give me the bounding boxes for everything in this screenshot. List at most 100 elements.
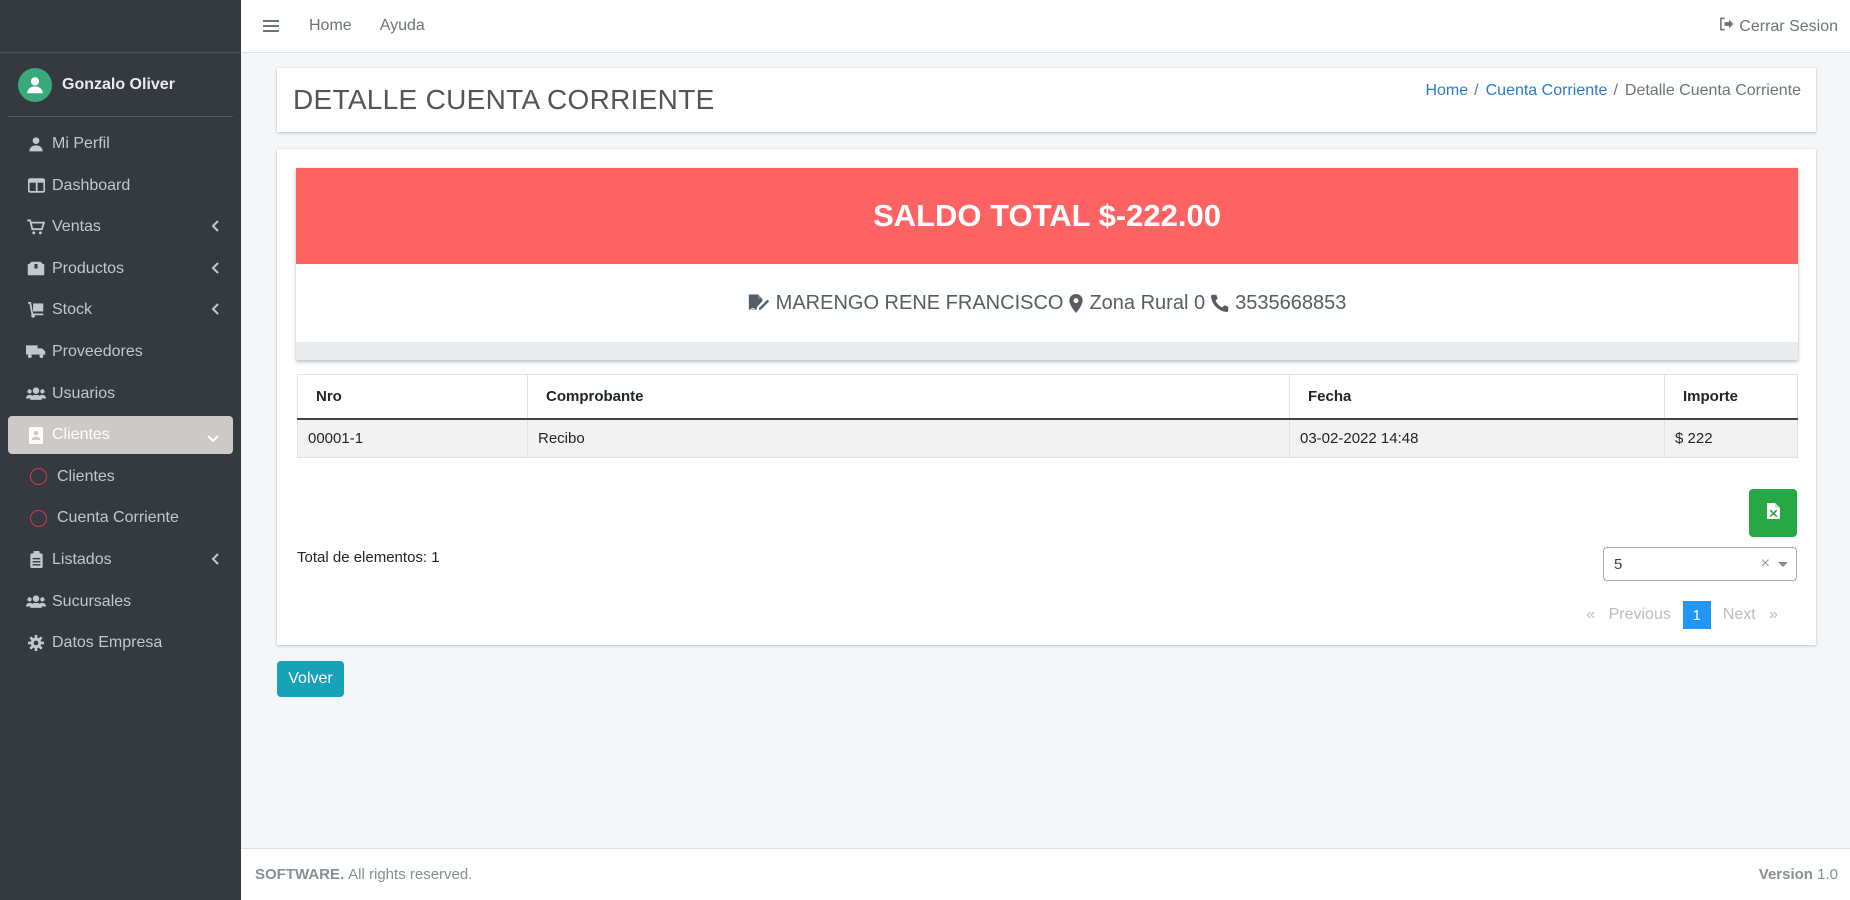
sidebar-item-label: Proveedores <box>52 342 143 360</box>
footer: SOFTWARE. All rights reserved. Version 1… <box>241 848 1850 900</box>
topbar-link-home[interactable]: Home <box>309 17 352 35</box>
next-glyph: » <box>1769 606 1778 623</box>
sidebar-item-listados[interactable]: Listados <box>8 541 233 579</box>
cell-fecha: 03-02-2022 14:48 <box>1289 418 1665 458</box>
sign-out-icon <box>1719 17 1734 36</box>
next-label: Next <box>1722 606 1756 623</box>
user-panel[interactable]: Gonzalo Oliver <box>8 53 233 117</box>
client-phone: 3535668853 <box>1235 291 1347 314</box>
phone-icon <box>1211 294 1229 312</box>
file-signature-icon <box>748 293 770 313</box>
circle-icon <box>30 509 47 527</box>
pagination: « Previous 1 Next » <box>1586 601 1778 629</box>
table-header-row: Nro Comprobante Fecha Importe <box>297 374 1798 420</box>
previous-page-button[interactable]: « Previous <box>1586 606 1671 624</box>
table-row[interactable]: 00001-1 Recibo 03-02-2022 14:48 $ 222 <box>297 418 1798 458</box>
sidebar-item-datos-empresa[interactable]: Datos Empresa <box>8 624 233 662</box>
truck-icon <box>26 343 46 361</box>
sidebar-item-label: Clientes <box>57 467 115 485</box>
sidebar-item-clientes[interactable]: Clientes <box>8 416 233 455</box>
column-header-fecha[interactable]: Fecha <box>1289 374 1665 420</box>
sidebar-item-label: Mi Perfil <box>52 135 110 152</box>
user-name[interactable]: Gonzalo Oliver <box>62 76 175 94</box>
boxes-icon <box>26 260 46 278</box>
breadcrumb-current: Detalle Cuenta Corriente <box>1624 82 1801 99</box>
sidebar-item-dashboard[interactable]: Dashboard <box>8 167 233 205</box>
volver-button[interactable]: Volver <box>277 661 344 697</box>
sidebar-item-proveedores[interactable]: Proveedores <box>8 333 233 371</box>
sidebar-subitem-cuenta-corriente[interactable]: Cuenta Corriente <box>8 499 233 537</box>
sidebar-item-label: Sucursales <box>52 592 132 610</box>
topbar-link-ayuda[interactable]: Ayuda <box>380 17 425 35</box>
dolly-icon <box>26 301 46 319</box>
sidebar-item-stock[interactable]: Stock <box>8 291 233 329</box>
sidebar-item-label: Dashboard <box>52 176 131 194</box>
sidebar-subitem-clientes[interactable]: Clientes <box>8 458 233 496</box>
breadcrumb-separator: / <box>1474 82 1479 99</box>
users-icon <box>26 385 46 403</box>
page-title: DETALLE CUENTA CORRIENTE <box>293 84 715 115</box>
export-excel-button[interactable] <box>1749 489 1797 537</box>
file-excel-icon <box>1766 502 1780 524</box>
client-info: MARENGO RENE FRANCISCO Zona Rural 0 3535… <box>296 264 1798 342</box>
saldo-total: SALDO TOTAL $-222.00 <box>296 168 1798 264</box>
hamburger-menu-icon[interactable] <box>263 20 279 32</box>
sidebar-item-sucursales[interactable]: Sucursales <box>8 583 233 621</box>
breadcrumb-home[interactable]: Home <box>1425 82 1468 100</box>
page-size-select[interactable]: 5 × <box>1603 547 1797 581</box>
footer-rights: All rights reserved. <box>348 866 473 883</box>
sidebar-nav: Mi Perfil Dashboard Ventas Productos Sto… <box>0 117 241 662</box>
sidebar-item-label: Clientes <box>52 426 110 444</box>
columns-icon <box>26 177 46 195</box>
sidebar: Gonzalo Oliver Mi Perfil Dashboard Venta… <box>0 0 241 900</box>
cell-comprobante: Recibo <box>527 418 1290 458</box>
previous-glyph: « <box>1586 606 1596 623</box>
column-header-comprobante[interactable]: Comprobante <box>527 374 1290 420</box>
page-number-1[interactable]: 1 <box>1682 601 1711 629</box>
chevron-left-icon <box>211 302 219 320</box>
sidebar-item-label: Productos <box>52 259 125 277</box>
page-header: DETALLE CUENTA CORRIENTE Home / Cuenta C… <box>277 68 1816 132</box>
chevron-left-icon <box>211 552 219 570</box>
cart-icon <box>26 218 46 236</box>
logout-label: Cerrar Sesion <box>1739 17 1838 35</box>
sidebar-item-label: Ventas <box>52 218 101 236</box>
sidebar-item-ventas[interactable]: Ventas <box>8 208 233 246</box>
breadcrumb: Home / Cuenta Corriente / Detalle Cuenta… <box>1425 82 1801 100</box>
movements-table: Nro Comprobante Fecha Importe 00001-1 Re… <box>297 374 1798 458</box>
breadcrumb-cuenta-corriente[interactable]: Cuenta Corriente <box>1486 82 1608 100</box>
account-detail-card: SALDO TOTAL $-222.00 MARENGO RENE FRANCI… <box>277 149 1816 645</box>
total-elements-label: Total de elementos: 1 <box>297 549 440 566</box>
client-address: Zona Rural 0 <box>1089 291 1206 314</box>
gear-icon <box>26 634 46 652</box>
chevron-left-icon <box>211 261 219 279</box>
footer-version: Version 1.0 <box>1759 866 1838 883</box>
sidebar-item-label: Stock <box>52 301 93 319</box>
clipboard-icon <box>26 551 46 569</box>
sidebar-brand <box>0 0 241 53</box>
column-header-importe[interactable]: Importe <box>1664 374 1798 420</box>
breadcrumb-separator: / <box>1613 82 1618 99</box>
column-header-nro[interactable]: Nro <box>297 374 528 420</box>
sidebar-item-label: Usuarios <box>52 384 116 402</box>
user-icon <box>26 135 46 153</box>
next-page-button[interactable]: Next » <box>1723 606 1778 624</box>
clear-icon[interactable]: × <box>1761 555 1770 573</box>
dropdown-arrow-icon[interactable] <box>1778 562 1788 567</box>
chevron-left-icon <box>211 219 219 237</box>
logout-button[interactable]: Cerrar Sesion <box>1719 17 1838 36</box>
sidebar-item-label: Cuenta Corriente <box>57 509 179 527</box>
contact-icon <box>26 426 46 444</box>
sidebar-item-usuarios[interactable]: Usuarios <box>8 375 233 413</box>
sidebar-item-productos[interactable]: Productos <box>8 250 233 288</box>
page-size-value: 5 <box>1614 555 1623 573</box>
map-marker-icon <box>1069 293 1084 313</box>
sidebar-item-label: Listados <box>52 550 112 568</box>
topbar: Home Ayuda Cerrar Sesion <box>241 0 1850 53</box>
previous-label: Previous <box>1608 606 1671 623</box>
client-name: MARENGO RENE FRANCISCO <box>775 291 1064 314</box>
sidebar-item-mi-perfil[interactable]: Mi Perfil <box>8 125 233 163</box>
chevron-down-icon <box>207 430 219 448</box>
footer-brand: SOFTWARE. <box>255 866 345 883</box>
version-number: 1.0 <box>1817 866 1838 883</box>
